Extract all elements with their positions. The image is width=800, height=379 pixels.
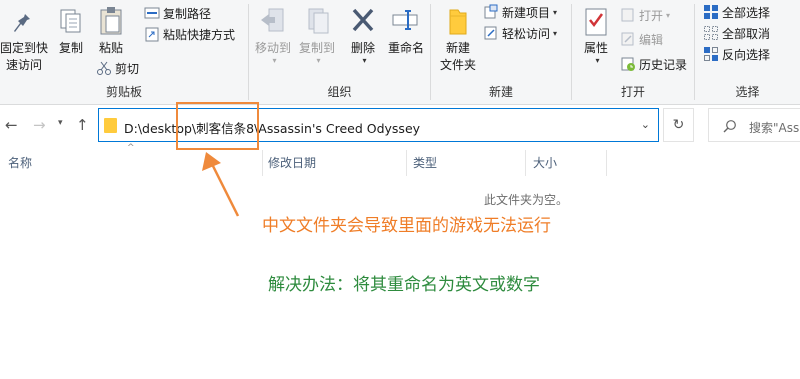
annotation-arrow [202,152,240,217]
annotation-warning: 中文文件夹会导致里面的游戏无法运行 [262,216,551,236]
annotation-solution: 解决办法：将其重命名为英文或数字 [268,275,540,295]
